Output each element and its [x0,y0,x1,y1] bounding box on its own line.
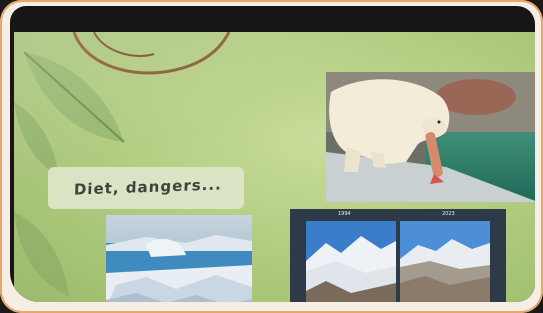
comparison-left-label: 1994 [338,211,351,217]
presentation-slide: Diet, dangers... 1994 2023 [14,32,535,302]
polar-bear-photo [326,72,535,202]
slide-title: Diet, dangers... [73,175,223,199]
slide-title-box: Diet, dangers... [48,167,244,209]
tv-bezel: Diet, dangers... 1994 2023 [10,6,535,302]
vine-icon [72,32,231,75]
melting-ice-photo [106,215,252,302]
glacier-photo-before [306,221,396,302]
comparison-right-label: 2023 [442,211,455,217]
glacier-comparison-panel: 1994 2023 [290,209,506,302]
leaf-icon [14,212,69,297]
glacier-photo-after [400,221,490,302]
photo-frame: Diet, dangers... 1994 2023 [0,0,543,313]
